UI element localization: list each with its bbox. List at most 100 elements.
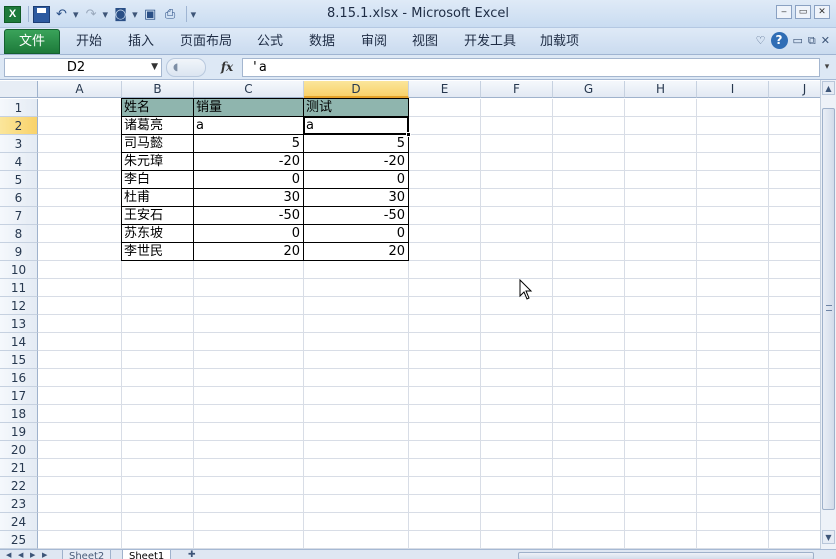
row-header-5[interactable]: 5: [0, 171, 38, 189]
cell-b5[interactable]: 李白: [122, 171, 193, 188]
first-sheet-icon[interactable]: ◀: [6, 550, 11, 559]
workbook-close-icon[interactable]: ✕: [821, 34, 830, 47]
row-header-18[interactable]: 18: [0, 405, 38, 423]
row-header-6[interactable]: 6: [0, 189, 38, 207]
cell-c5[interactable]: 0: [194, 171, 303, 188]
row-header-17[interactable]: 17: [0, 387, 38, 405]
cell-c1[interactable]: 销量: [194, 99, 303, 116]
cell-c9[interactable]: 20: [194, 243, 303, 260]
cell-d1[interactable]: 测试: [304, 99, 408, 116]
last-sheet-icon[interactable]: ▶: [42, 550, 47, 559]
row-header-8[interactable]: 8: [0, 225, 38, 243]
column-header-e[interactable]: E: [409, 81, 481, 98]
cell-d8[interactable]: 0: [304, 225, 408, 242]
cell-b6[interactable]: 杜甫: [122, 189, 193, 206]
tab-review[interactable]: 审阅: [361, 29, 387, 54]
tab-file[interactable]: 文件: [4, 29, 60, 54]
row-header-15[interactable]: 15: [0, 351, 38, 369]
cell-b9[interactable]: 李世民: [122, 243, 193, 260]
name-box[interactable]: D2 ▼: [4, 58, 162, 77]
cell-d2[interactable]: a: [304, 117, 408, 134]
cell-d9[interactable]: 20: [304, 243, 408, 260]
cell-d7[interactable]: -50: [304, 207, 408, 224]
column-header-h[interactable]: H: [625, 81, 697, 98]
cell-c2[interactable]: a: [194, 117, 303, 134]
cell-b8[interactable]: 苏东坡: [122, 225, 193, 242]
restore-button[interactable]: ▭: [795, 5, 811, 19]
cell-b3[interactable]: 司马懿: [122, 135, 193, 152]
scroll-down-icon[interactable]: ▼: [822, 530, 835, 544]
tab-data[interactable]: 数据: [309, 29, 335, 54]
row-header-23[interactable]: 23: [0, 495, 38, 513]
row-header-2[interactable]: 2: [0, 117, 38, 135]
tab-home[interactable]: 开始: [76, 29, 102, 54]
cell-b4[interactable]: 朱元璋: [122, 153, 193, 170]
column-header-i[interactable]: I: [697, 81, 769, 98]
cell-c6[interactable]: 30: [194, 189, 303, 206]
row-header-21[interactable]: 21: [0, 459, 38, 477]
row-header-24[interactable]: 24: [0, 513, 38, 531]
tab-insert[interactable]: 插入: [128, 29, 154, 54]
row-header-20[interactable]: 20: [0, 441, 38, 459]
row-header-22[interactable]: 22: [0, 477, 38, 495]
expand-formula-bar-icon[interactable]: ▾: [821, 58, 833, 77]
fill-handle[interactable]: [406, 132, 411, 137]
tab-developer[interactable]: 开发工具: [464, 29, 516, 54]
row-header-19[interactable]: 19: [0, 423, 38, 441]
vertical-scrollbar[interactable]: ▲ ▼: [820, 80, 836, 549]
column-header-a[interactable]: A: [38, 81, 122, 98]
tab-formulas[interactable]: 公式: [257, 29, 283, 54]
column-header-g[interactable]: G: [553, 81, 625, 98]
cell-d4[interactable]: -20: [304, 153, 408, 170]
column-header-b[interactable]: B: [122, 81, 194, 98]
scroll-up-icon[interactable]: ▲: [822, 81, 835, 95]
chevron-down-icon[interactable]: ▼: [151, 59, 158, 76]
tab-view[interactable]: 视图: [412, 29, 438, 54]
cell-c3[interactable]: 5: [194, 135, 303, 152]
row-header-1[interactable]: 1: [0, 99, 38, 117]
close-button[interactable]: ✕: [814, 5, 830, 19]
column-header-j[interactable]: J: [769, 81, 820, 98]
cell-d5[interactable]: 0: [304, 171, 408, 188]
cell-d6[interactable]: 30: [304, 189, 408, 206]
sheet-tab-sheet1[interactable]: Sheet1: [122, 550, 172, 559]
row-header-10[interactable]: 10: [0, 261, 38, 279]
tab-page-layout[interactable]: 页面布局: [180, 29, 232, 54]
row-header-14[interactable]: 14: [0, 333, 38, 351]
row-header-3[interactable]: 3: [0, 135, 38, 153]
spreadsheet-grid[interactable]: ABCDEFGHIJ 1 2 3 4 5 6 7 8 9 10 11 12 13 14 15 16 17 18 19…: [0, 80, 820, 549]
next-sheet-icon[interactable]: ▶: [30, 550, 35, 559]
formula-input[interactable]: 'a: [242, 58, 820, 77]
row-header-13[interactable]: 13: [0, 315, 38, 333]
vertical-scroll-thumb[interactable]: [822, 108, 835, 510]
row-header-12[interactable]: 12: [0, 297, 38, 315]
cell-b7[interactable]: 王安石: [122, 207, 193, 224]
column-header-d[interactable]: D: [304, 81, 409, 98]
workbook-minimize-icon[interactable]: ▭: [793, 34, 803, 47]
cell-c8[interactable]: 0: [194, 225, 303, 242]
sheet-tab-sheet2[interactable]: Sheet2: [62, 550, 112, 559]
column-header-c[interactable]: C: [194, 81, 304, 98]
cell-c7[interactable]: -50: [194, 207, 303, 224]
row-header-4[interactable]: 4: [0, 153, 38, 171]
row-header-25[interactable]: 25: [0, 531, 38, 549]
horizontal-scroll-thumb[interactable]: [518, 552, 814, 559]
prev-sheet-icon[interactable]: ◀: [18, 550, 23, 559]
row-header-16[interactable]: 16: [0, 369, 38, 387]
cell-c4[interactable]: -20: [194, 153, 303, 170]
new-sheet-icon[interactable]: ✚: [188, 550, 196, 559]
row-header-11[interactable]: 11: [0, 279, 38, 297]
column-header-f[interactable]: F: [481, 81, 553, 98]
help-icon[interactable]: ?: [770, 32, 788, 49]
minimize-ribbon-icon[interactable]: ♡: [756, 34, 766, 47]
formula-bar-splitter[interactable]: ◖: [166, 58, 206, 77]
cell-d3[interactable]: 5: [304, 135, 408, 152]
row-header-9[interactable]: 9: [0, 243, 38, 261]
cell-b1[interactable]: 姓名: [122, 99, 193, 116]
tab-add-ins[interactable]: 加载项: [540, 29, 579, 54]
select-all-button[interactable]: [0, 81, 38, 98]
row-header-7[interactable]: 7: [0, 207, 38, 225]
workbook-restore-icon[interactable]: ⧉: [808, 34, 816, 48]
insert-function-icon[interactable]: fx: [214, 58, 240, 77]
minimize-button[interactable]: ‒: [776, 5, 792, 19]
